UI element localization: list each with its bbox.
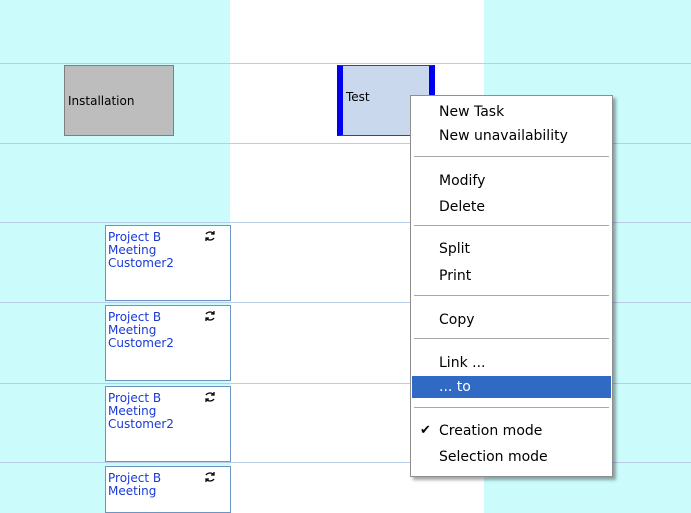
appointment-customer: Customer2 — [108, 256, 174, 270]
menu-item-link[interactable]: Link ... — [412, 352, 611, 374]
menu-separator — [414, 295, 609, 297]
menu-item-print[interactable]: Print — [412, 265, 611, 287]
menu-item-modify[interactable]: Modify — [412, 170, 611, 192]
recurrence-icon — [205, 311, 215, 321]
appointment-item[interactable]: Project B Meeting Customer2 — [105, 225, 231, 301]
row-divider — [0, 63, 691, 64]
task-installation-label: Installation — [68, 93, 135, 108]
appointment-item[interactable]: Project B Meeting — [105, 466, 231, 513]
recurrence-icon — [205, 472, 215, 482]
menu-separator — [414, 338, 609, 340]
menu-separator — [414, 225, 609, 227]
menu-item-creation-mode-label: Creation mode — [439, 423, 543, 439]
menu-item-selection-mode[interactable]: Selection mode — [412, 446, 611, 468]
appointment-customer: Customer2 — [108, 336, 174, 350]
menu-separator — [414, 407, 609, 409]
checkmark-icon: ✔ — [420, 423, 431, 438]
menu-item-copy[interactable]: Copy — [412, 309, 611, 331]
menu-item-link-to[interactable]: ... to — [412, 376, 611, 398]
appointment-item[interactable]: Project B Meeting Customer2 — [105, 305, 231, 381]
menu-item-split[interactable]: Split — [412, 238, 611, 260]
context-menu: New Task New unavailability Modify Delet… — [410, 95, 613, 477]
appointment-customer: Customer2 — [108, 417, 174, 431]
menu-item-new-task[interactable]: New Task — [412, 101, 611, 123]
recurrence-icon — [205, 231, 215, 241]
menu-item-delete[interactable]: Delete — [412, 196, 611, 218]
appointment-type: Meeting — [108, 484, 157, 498]
appointment-item[interactable]: Project B Meeting Customer2 — [105, 386, 231, 462]
task-installation[interactable]: Installation — [64, 65, 174, 136]
task-test-label: Test — [346, 90, 370, 104]
menu-separator — [414, 156, 609, 158]
menu-item-creation-mode[interactable]: ✔ Creation mode — [412, 420, 611, 442]
recurrence-icon — [205, 392, 215, 402]
menu-item-new-unavailability[interactable]: New unavailability — [412, 125, 611, 147]
